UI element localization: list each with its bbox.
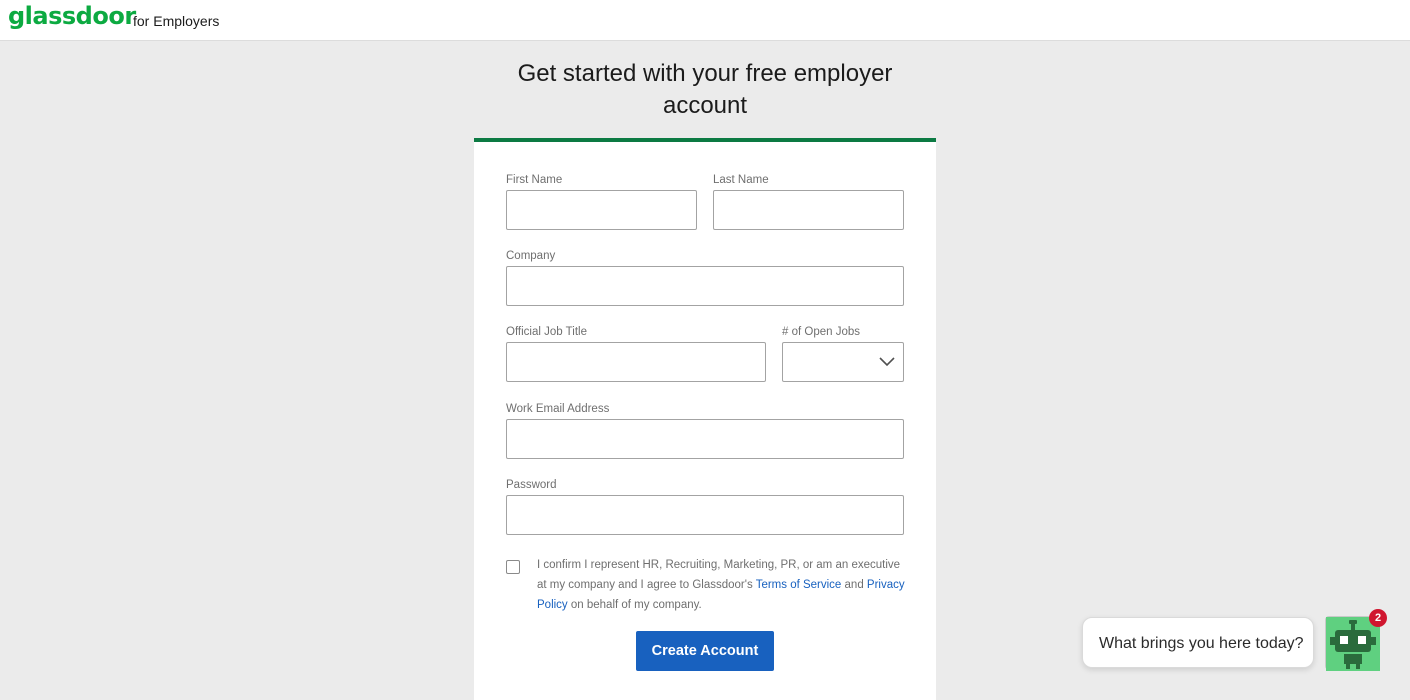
password-input[interactable] bbox=[506, 495, 904, 535]
company-input[interactable] bbox=[506, 266, 904, 306]
logo-subtitle: for Employers bbox=[133, 13, 220, 29]
notification-badge: 2 bbox=[1369, 609, 1387, 627]
glassdoor-logo[interactable]: glassdoor bbox=[8, 2, 136, 30]
open-jobs-label: # of Open Jobs bbox=[782, 326, 860, 338]
consent-checkbox[interactable] bbox=[506, 560, 520, 574]
first-name-label: First Name bbox=[506, 174, 563, 186]
last-name-label: Last Name bbox=[713, 174, 769, 186]
email-input[interactable] bbox=[506, 419, 904, 459]
page-title: Get started with your free employer acco… bbox=[517, 60, 893, 119]
password-label: Password bbox=[506, 479, 557, 491]
company-label: Company bbox=[506, 250, 556, 262]
open-jobs-select[interactable] bbox=[782, 342, 904, 382]
job-title-label: Official Job Title bbox=[506, 326, 587, 338]
chat-prompt-bubble[interactable]: What brings you here today? bbox=[1082, 617, 1314, 668]
create-account-button[interactable]: Create Account bbox=[636, 631, 774, 671]
chevron-down-icon bbox=[879, 357, 895, 367]
last-name-input[interactable] bbox=[713, 190, 904, 230]
terms-of-service-link[interactable]: Terms of Service bbox=[756, 579, 842, 591]
top-bar: glassdoor for Employers bbox=[0, 0, 1410, 41]
email-label: Work Email Address bbox=[506, 403, 610, 415]
signup-form-card: First Name Last Name Company Official Jo… bbox=[474, 138, 936, 700]
job-title-input[interactable] bbox=[506, 342, 766, 382]
consent-text: I confirm I represent HR, Recruiting, Ma… bbox=[537, 559, 905, 611]
first-name-input[interactable] bbox=[506, 190, 697, 230]
